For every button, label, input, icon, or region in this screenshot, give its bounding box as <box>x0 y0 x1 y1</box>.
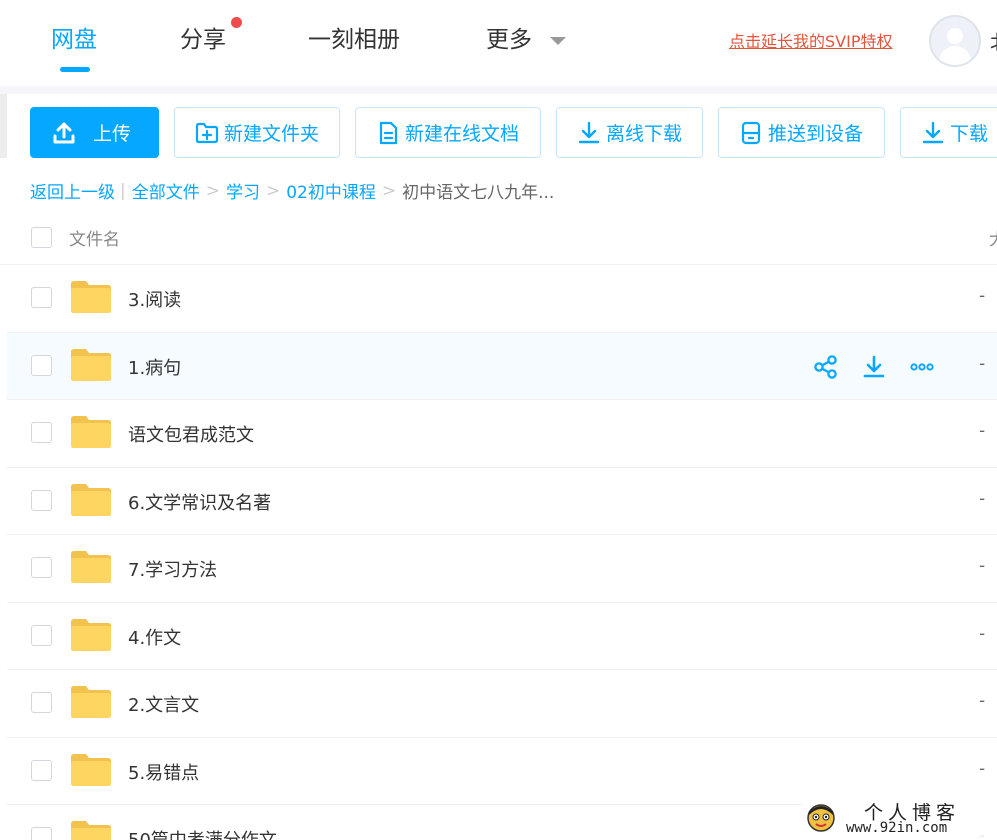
row-actions <box>813 354 957 380</box>
file-name[interactable]: 1.病句 <box>128 354 181 380</box>
folder-icon <box>71 281 111 313</box>
breadcrumb-separator: > <box>265 180 281 201</box>
tab-share[interactable]: 分享 <box>180 22 226 58</box>
file-name[interactable]: 4.作文 <box>128 624 181 650</box>
file-size: - <box>979 421 986 441</box>
file-name[interactable]: 6.文学常识及名著 <box>128 489 271 515</box>
new-folder-button-label: 新建文件夹 <box>224 123 320 145</box>
folder-icon <box>71 618 111 651</box>
folder-icon <box>71 416 111 448</box>
offline-download-button-label: 离线下载 <box>606 123 683 145</box>
mascot-icon <box>807 804 835 832</box>
avatar-head-shape <box>947 28 963 44</box>
row-checkbox[interactable] <box>31 557 52 578</box>
file-list: 3.阅读 - 1.病句 - 语文包君成范文 - 6.文学常识及名著 - 7.学习方法 - 4.作文 -… <box>7 265 997 840</box>
new-folder-button[interactable]: 新建文件夹 <box>174 107 340 158</box>
upload-icon <box>53 122 75 143</box>
watermark-url: www.92in.com <box>846 820 948 836</box>
file-name[interactable]: 语文包君成范文 <box>128 421 254 447</box>
column-header-size[interactable]: 大 <box>989 225 997 250</box>
avatar[interactable] <box>929 15 981 67</box>
folder-icon <box>71 348 111 381</box>
table-row[interactable]: 6.文学常识及名著 - <box>7 468 997 535</box>
breadcrumb-separator: > <box>381 180 397 201</box>
upload-button[interactable]: 上传 <box>30 107 159 158</box>
download-button-label: 下载 <box>950 123 989 145</box>
breadcrumb-divider: | <box>120 180 126 201</box>
folder-icon <box>71 483 111 516</box>
row-checkbox[interactable] <box>31 287 52 308</box>
avatar-body-shape <box>939 46 971 65</box>
row-checkbox[interactable] <box>31 759 52 781</box>
breadcrumb-all-files[interactable]: 全部文件 <box>132 178 200 203</box>
table-row[interactable]: 1.病句 - <box>7 332 997 400</box>
top-nav: 网盘 分享 一刻相册 更多 点击延长我的SVIP特权 北 <box>0 0 997 86</box>
file-size: - <box>979 353 986 374</box>
table-row[interactable]: 3.阅读 - <box>7 265 997 333</box>
new-online-doc-button-label: 新建在线文档 <box>405 123 520 145</box>
blog-watermark: 个人博客 www.92in.com <box>802 796 997 840</box>
header-divider <box>0 86 997 94</box>
row-checkbox[interactable] <box>31 422 52 443</box>
file-size: - <box>979 488 986 509</box>
svip-extend-link[interactable]: 点击延长我的SVIP特权 <box>729 28 892 52</box>
folder-icon <box>71 686 111 718</box>
download-icon <box>578 121 600 143</box>
breadcrumb-study[interactable]: 学习 <box>226 178 260 203</box>
file-name[interactable]: 7.学习方法 <box>128 556 217 582</box>
download-button[interactable]: 下载 <box>900 107 997 158</box>
push-to-device-button-label: 推送到设备 <box>768 123 864 145</box>
chevron-down-icon[interactable] <box>550 37 566 45</box>
row-checkbox[interactable] <box>31 354 52 376</box>
row-checkbox[interactable] <box>31 489 52 511</box>
file-size: - <box>979 691 986 711</box>
table-row[interactable]: 7.学习方法 - <box>7 535 997 603</box>
more-icon[interactable] <box>909 354 935 380</box>
table-row[interactable]: 语文包君成范文 - <box>7 400 997 468</box>
file-size: - <box>979 758 986 779</box>
upload-button-label: 上传 <box>93 123 132 145</box>
tab-more[interactable]: 更多 <box>486 22 532 58</box>
tab-album[interactable]: 一刻相册 <box>308 22 400 58</box>
breadcrumb: 返回上一级 | 全部文件 > 学习 > 02初中课程 > 初中语文七八九年... <box>30 178 555 204</box>
push-to-device-button[interactable]: 推送到设备 <box>718 107 885 158</box>
breadcrumb-current: 初中语文七八九年... <box>402 183 555 203</box>
file-name[interactable]: 5.易错点 <box>128 759 199 785</box>
folder-icon <box>71 753 111 786</box>
breadcrumb-back-link[interactable]: 返回上一级 <box>30 178 115 203</box>
file-size: - <box>979 623 986 644</box>
notification-dot <box>231 17 242 28</box>
download-icon[interactable] <box>861 354 887 380</box>
row-checkbox[interactable] <box>31 827 52 840</box>
share-icon[interactable] <box>813 354 839 380</box>
active-tab-indicator <box>60 67 90 72</box>
table-row[interactable]: 5.易错点 - <box>7 738 997 805</box>
new-online-doc-button[interactable]: 新建在线文档 <box>355 107 541 158</box>
offline-download-button[interactable]: 离线下载 <box>556 107 703 158</box>
column-header-name[interactable]: 文件名 <box>69 225 120 250</box>
device-icon <box>741 121 761 144</box>
user-name[interactable]: 北 <box>990 26 997 55</box>
document-icon <box>379 121 398 144</box>
file-name[interactable]: 3.阅读 <box>128 286 181 312</box>
table-row[interactable]: 4.作文 - <box>7 603 997 670</box>
tab-netdisk[interactable]: 网盘 <box>51 22 97 58</box>
file-size: - <box>979 556 986 576</box>
row-checkbox[interactable] <box>31 692 52 713</box>
file-name[interactable]: 50篇中考满分作文 <box>128 826 277 840</box>
sidebar-edge <box>0 94 7 158</box>
new-folder-icon <box>195 122 219 143</box>
table-row[interactable]: 2.文言文 - <box>7 670 997 738</box>
download-icon <box>922 121 944 143</box>
folder-icon <box>71 551 111 583</box>
file-list-header: 文件名 大 <box>0 210 997 265</box>
folder-icon <box>71 821 111 840</box>
breadcrumb-middle-school[interactable]: 02初中课程 <box>286 178 376 203</box>
file-size: - <box>979 286 986 306</box>
file-name[interactable]: 2.文言文 <box>128 691 199 717</box>
row-checkbox[interactable] <box>31 624 52 646</box>
breadcrumb-separator: > <box>205 180 220 201</box>
select-all-checkbox[interactable] <box>31 227 52 248</box>
